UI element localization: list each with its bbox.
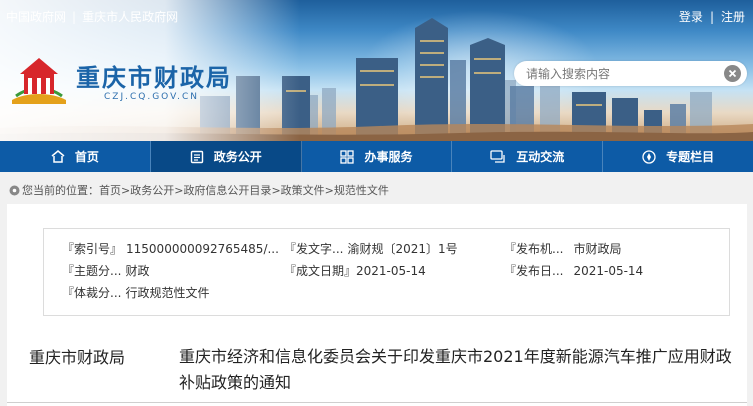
- meta-label: 『主题分...: [62, 264, 122, 278]
- document-meta-table: 『索引号』 115000000092765485/... 『发文字... 渝财规〔2…: [43, 228, 730, 316]
- meta-value: 渝财规〔2021〕1号: [347, 242, 458, 256]
- compass-icon: [642, 149, 656, 164]
- meta-publish-date: 『发布日... 2021-05-14: [504, 262, 643, 279]
- main-content: 『索引号』 115000000092765485/... 『发文字... 渝财规〔2…: [7, 204, 747, 406]
- breadcrumb: 您当前的位置： 首页 > 政务公开 > 政府信息公开目录 > 政策文件 > 规范…: [9, 182, 389, 198]
- meta-subject: 『主题分... 财政: [62, 262, 149, 279]
- breadcrumb-normative-docs[interactable]: 规范性文件: [334, 182, 389, 198]
- nav-label: 政务公开: [213, 150, 262, 164]
- meta-label: 『发布日...: [504, 264, 564, 278]
- meta-label: 『发文字...: [284, 242, 344, 256]
- nav-item-home[interactable]: 首页: [0, 141, 151, 172]
- meta-value: 财政: [125, 264, 150, 278]
- document-icon: [190, 150, 203, 163]
- breadcrumb-separator: >: [174, 183, 184, 197]
- nav-label: 互动交流: [516, 150, 565, 164]
- nav-item-topics[interactable]: 专题栏目: [603, 141, 753, 172]
- nav-label: 首页: [74, 150, 99, 164]
- breadcrumb-prefix: 您当前的位置：: [22, 184, 99, 197]
- login-link[interactable]: 登录: [679, 10, 703, 24]
- search-icon[interactable]: [724, 65, 741, 82]
- main-nav: 首页 政务公开 办事服务 互动交流 专题栏目: [0, 141, 753, 172]
- meta-value: 2021-05-14: [356, 264, 426, 278]
- meta-written-date: 『成文日期』2021-05-14: [284, 262, 426, 279]
- register-link[interactable]: 注册: [721, 10, 745, 24]
- meta-label: 『索引号』: [62, 242, 123, 256]
- meta-value: 115000000092765485/...: [126, 242, 279, 256]
- site-name: 重庆市财政局: [76, 63, 232, 92]
- meta-index-number: 『索引号』 115000000092765485/...: [62, 240, 279, 257]
- breadcrumb-home[interactable]: 首页: [99, 182, 121, 198]
- link-cq-gov[interactable]: 重庆市人民政府网: [82, 10, 178, 24]
- meta-value: 2021-05-14: [573, 264, 644, 278]
- meta-label: 『成文日期』: [284, 264, 357, 278]
- site-logo[interactable]: [8, 52, 70, 106]
- breadcrumb-info-catalog[interactable]: 政府信息公开目录: [183, 182, 271, 198]
- nav-item-gov-affairs[interactable]: 政务公开: [150, 141, 302, 172]
- divider: |: [72, 10, 77, 24]
- grid-icon: [340, 149, 355, 164]
- header-banner: 中国政府网 | 重庆市人民政府网 登录 | 注册 重庆市财政局 CZJ.CQ.GOV.C…: [0, 0, 753, 141]
- meta-label: 『发布机...: [504, 242, 564, 256]
- link-gov-cn[interactable]: 中国政府网: [6, 10, 66, 24]
- article-title: 重庆市经济和信息化委员会关于印发重庆市2021年度新能源汽车推广应用财政补贴政策…: [179, 347, 732, 392]
- top-links: 中国政府网 | 重庆市人民政府网: [6, 8, 178, 25]
- meta-value: 市财政局: [573, 242, 622, 256]
- article-header: 重庆市财政局 重庆市经济和信息化委员会关于印发重庆市2021年度新能源汽车推广应…: [7, 330, 747, 403]
- home-icon: [51, 150, 65, 163]
- nav-label: 专题栏目: [666, 150, 715, 164]
- meta-issuer: 『发布机... 市财政局: [504, 240, 621, 257]
- breadcrumb-separator: >: [271, 183, 281, 197]
- location-icon: [9, 185, 20, 195]
- nav-item-interaction[interactable]: 互动交流: [452, 141, 604, 172]
- meta-genre: 『体裁分... 行政规范性文件: [62, 284, 209, 301]
- search-box: [514, 61, 747, 86]
- search-input[interactable]: [526, 65, 716, 82]
- meta-doc-number: 『发文字... 渝财规〔2021〕1号: [284, 240, 458, 257]
- site-domain: CZJ.CQ.GOV.CN: [104, 92, 199, 102]
- breadcrumb-separator: >: [324, 183, 334, 197]
- chat-icon: [490, 149, 505, 163]
- meta-label: 『体裁分...: [62, 286, 122, 300]
- breadcrumb-gov-affairs[interactable]: 政务公开: [130, 182, 174, 198]
- meta-value: 行政规范性文件: [125, 286, 210, 300]
- user-links: 登录 | 注册: [679, 8, 745, 25]
- article-department: 重庆市财政局: [29, 348, 126, 367]
- title-divider: [7, 402, 747, 403]
- breadcrumb-separator: >: [121, 183, 131, 197]
- nav-item-services[interactable]: 办事服务: [302, 141, 453, 172]
- breadcrumb-policy-docs[interactable]: 政策文件: [281, 182, 325, 198]
- nav-label: 办事服务: [364, 150, 413, 164]
- divider: |: [709, 10, 714, 24]
